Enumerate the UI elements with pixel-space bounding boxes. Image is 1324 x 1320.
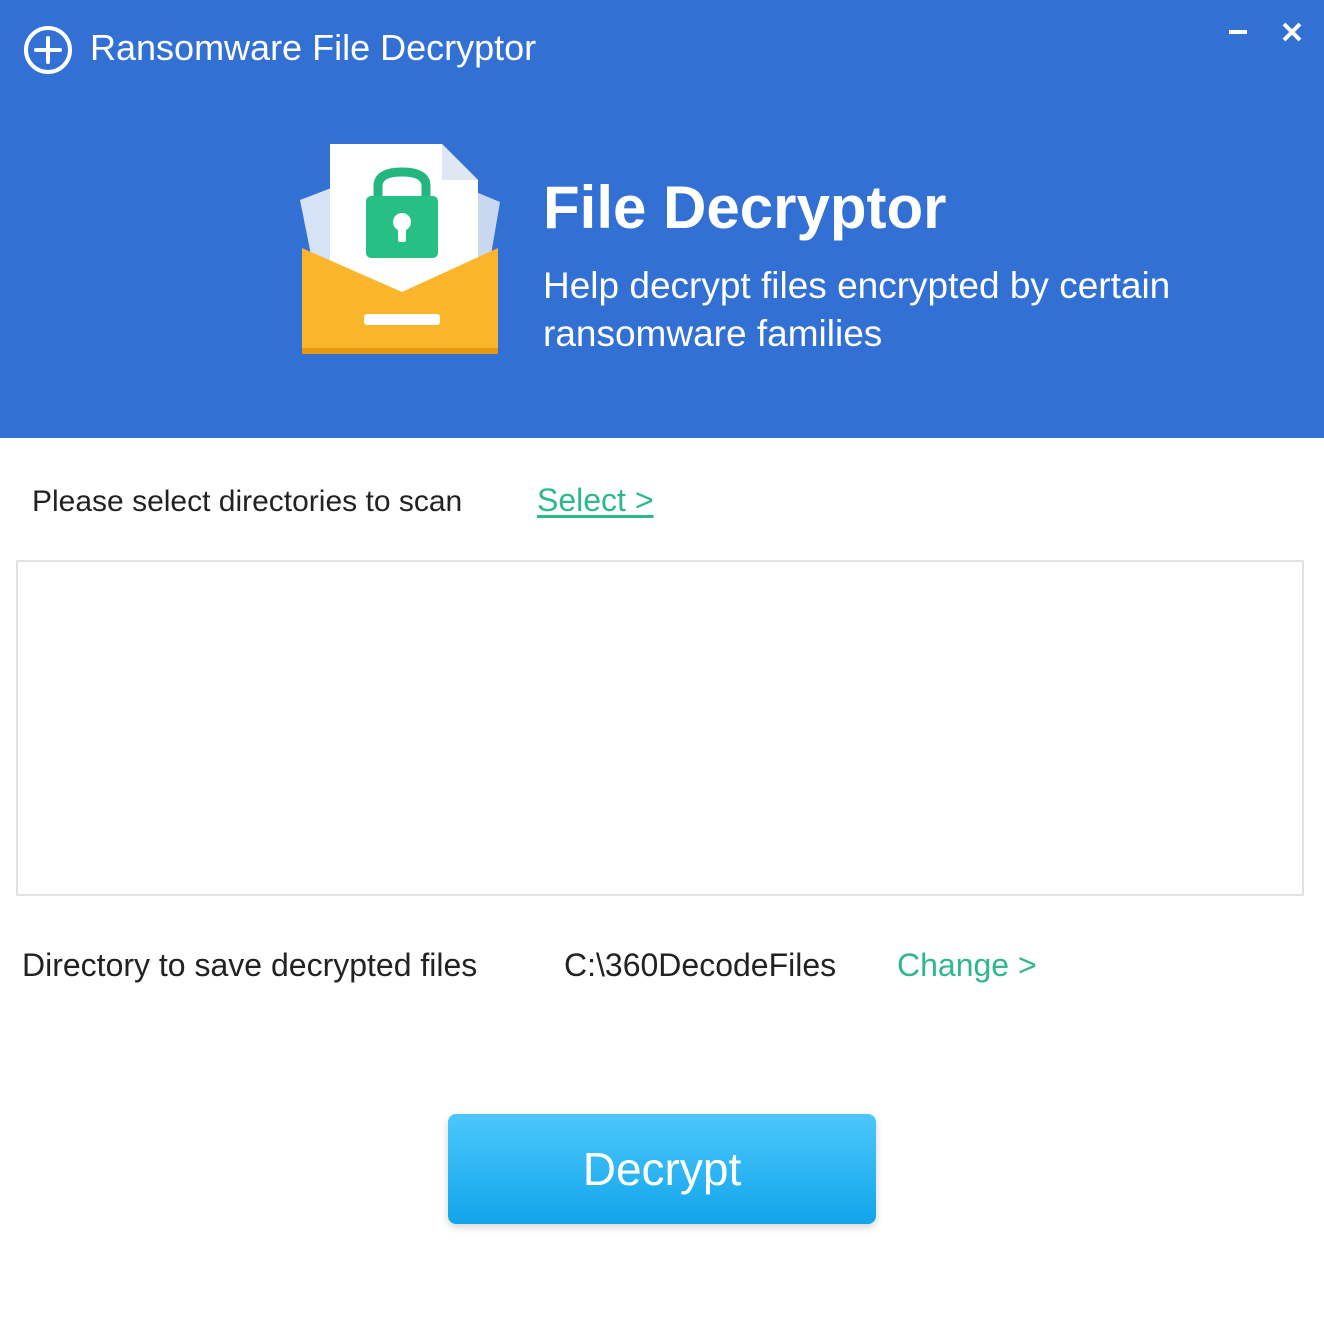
header-banner: Ransomware File Decryptor File Decryptor… [0,0,1324,438]
locked-envelope-icon [300,144,500,354]
save-directory-label: Directory to save decrypted files [22,947,478,983]
hero-title: File Decryptor [543,174,947,241]
decrypt-button[interactable]: Decrypt [448,1114,876,1224]
close-icon [1282,22,1302,42]
hero-subtitle: Help decrypt files encrypted by certain … [543,265,1171,354]
scan-directories-label: Please select directories to scan [32,485,463,518]
save-directory-path: C:\360DecodeFiles [564,947,837,983]
minimize-button[interactable] [1220,14,1256,50]
select-directories-link[interactable]: Select > [537,480,654,520]
directory-list[interactable] [16,560,1304,896]
minimize-icon [1229,30,1247,34]
close-button[interactable] [1274,14,1310,50]
decryptor-window: Ransomware File Decryptor File Decryptor… [0,0,1324,1320]
window-title: Ransomware File Decryptor [90,27,537,68]
change-directory-link[interactable]: Change > [897,945,1037,985]
plus-circle-icon [24,26,72,74]
